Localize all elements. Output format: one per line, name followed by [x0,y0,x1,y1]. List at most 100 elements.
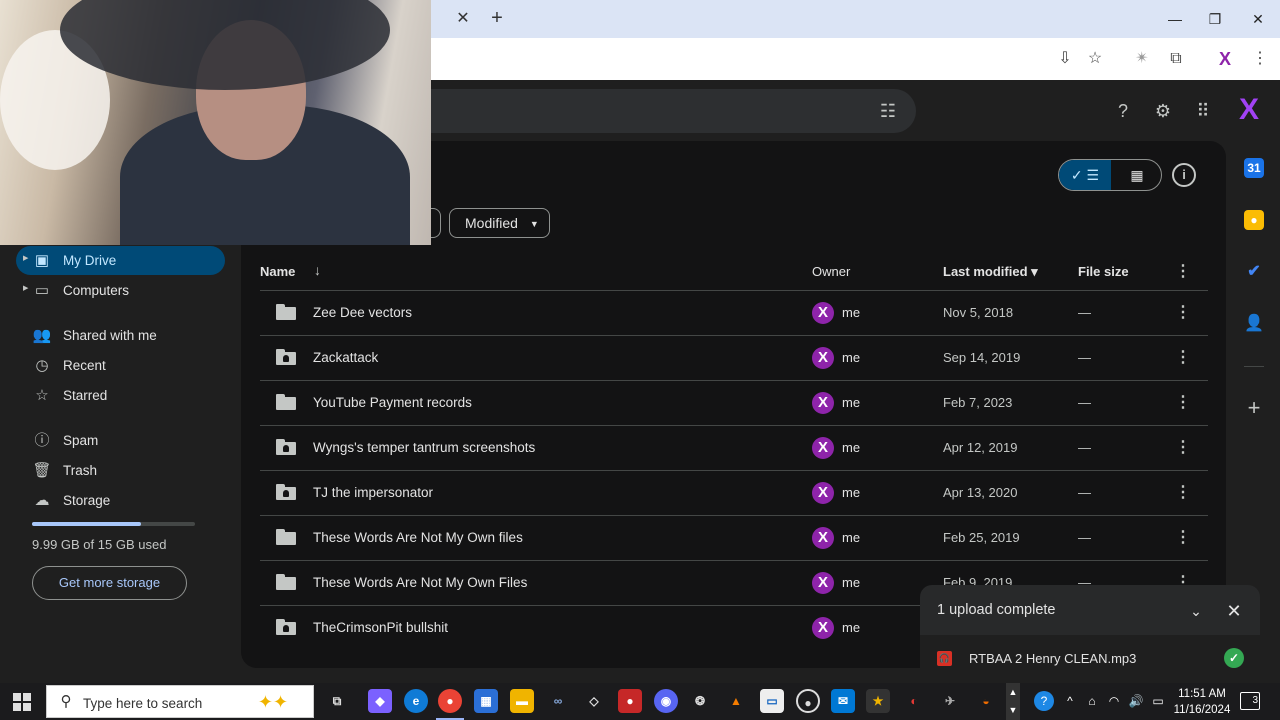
more-actions-icon[interactable]: ⋮ [1174,348,1192,368]
sidebar-item-trash[interactable]: 🗑 Trash [16,456,225,485]
file-owner: me [842,350,861,365]
volume-icon[interactable]: 🔊 [1128,693,1144,709]
extensions-puzzle-icon[interactable]: ⧉ [1164,48,1188,70]
more-actions-icon[interactable]: ⋮ [1174,528,1192,548]
store-icon[interactable]: ▦ [474,689,498,713]
taskbar-clock[interactable]: 11:51 AM 11/16/2024 [1172,686,1232,718]
close-tab-icon[interactable]: ✕ [452,8,474,30]
copilot-icon[interactable]: ◆ [368,689,392,713]
close-window-button[interactable]: ✕ [1243,6,1273,32]
app-icon-orange[interactable]: ◒ [974,689,998,713]
audio-file-icon: 🎧 [937,651,952,666]
file-name: YouTube Payment records [313,395,472,410]
close-icon[interactable]: ✕ [1222,599,1246,623]
browser-menu-icon[interactable]: ⋮ [1248,48,1272,70]
add-addon-icon[interactable]: + [1244,397,1264,419]
more-actions-icon[interactable]: ⋮ [1174,483,1192,503]
recorder-app-icon[interactable]: ● [618,689,642,713]
file-name: These Words Are Not My Own Files [313,575,528,590]
install-app-icon[interactable]: ⇩ [1053,48,1077,70]
chevron-down-icon: ▼ [529,219,539,230]
sidebar-item-storage[interactable]: ☁ Storage [16,486,225,515]
windows-start-icon[interactable] [13,693,31,711]
edge-icon[interactable]: e [404,689,428,713]
minimize-window-button[interactable]: — [1160,6,1190,32]
sidebar-item-recent[interactable]: ◷ Recent [16,351,225,380]
ccleaner-icon[interactable]: ◐ [902,689,926,713]
list-view-button[interactable]: ✓ ☰ [1059,160,1111,190]
task-view-icon[interactable]: ⧉ [325,689,349,713]
discord-icon[interactable]: ◉ [654,689,678,713]
owner-avatar-icon: X [812,482,834,504]
extension-spark-icon[interactable]: ✴ [1130,48,1154,70]
table-row[interactable]: These Words Are Not My Own files Xme Feb 2… [260,515,1208,560]
more-actions-icon[interactable]: ⋮ [1174,393,1192,413]
sort-arrow-icon[interactable]: ↓ [314,262,321,278]
details-info-icon[interactable]: i [1172,163,1196,187]
shared-folder-icon [276,484,296,500]
table-row[interactable]: TJ the impersonator Xme Apr 13, 2020 — ⋮ [260,470,1208,515]
contacts-icon[interactable]: 👤 [1244,314,1264,334]
wifi-icon[interactable]: ◠ [1106,693,1122,709]
upload-file-name: RTBAA 2 Henry CLEAN.mp3 [969,651,1137,666]
upload-item[interactable]: 🎧 RTBAA 2 Henry CLEAN.mp3 ✓ [920,635,1260,683]
file-explorer-icon[interactable]: ▬ [510,689,534,713]
filter-chip-modified[interactable]: Modified ▼ [449,208,550,238]
obs-icon[interactable]: ● [796,689,820,713]
column-header-owner[interactable]: Owner [812,264,850,280]
webcam-overlay [0,0,431,245]
chrome-icon[interactable]: ● [438,689,462,713]
show-hidden-icons-icon[interactable]: ^ [1062,693,1078,709]
column-header-file-size[interactable]: File size [1078,264,1129,280]
sidebar-item-starred[interactable]: ☆ Starred [16,381,225,410]
tray-scroll-icon[interactable]: ▲ ▼ [1006,683,1020,720]
expand-arrow-icon[interactable]: ▶ [23,254,28,262]
table-row[interactable]: Zee Dee vectors Xme Nov 5, 2018 — ⋮ [260,290,1208,335]
window-app-icon[interactable]: ▭ [760,689,784,713]
column-header-last-modified[interactable]: Last modified ▾ [943,264,1038,280]
keep-icon[interactable]: ● [1244,210,1264,230]
settings-gear-icon[interactable]: ⚙ [1150,98,1176,124]
table-row[interactable]: Zackattack Xme Sep 14, 2019 — ⋮ [260,335,1208,380]
sidebar-item-shared[interactable]: 👥 Shared with me [16,321,225,350]
calendar-icon[interactable]: 31 [1244,158,1264,178]
restore-window-button[interactable]: ❐ [1200,6,1230,32]
get-more-storage-button[interactable]: Get more storage [32,566,187,600]
column-header-name[interactable]: Name [260,264,295,280]
new-tab-button[interactable]: + [486,7,508,29]
more-actions-icon[interactable]: ⋮ [1174,438,1192,458]
expand-arrow-icon[interactable]: ▶ [23,284,28,292]
browser-profile-icon[interactable]: X [1213,48,1237,70]
search-options-icon[interactable]: ☷ [876,99,900,123]
dropbox-icon[interactable]: ◇ [582,689,606,713]
apps-grid-icon[interactable]: ⠿ [1190,98,1216,124]
people-icon: 👥 [32,327,52,344]
account-avatar-icon[interactable]: X [1234,94,1264,126]
grid-view-button[interactable]: ▦ [1111,160,1161,190]
drive-search-bar[interactable] [380,89,916,133]
infinity-app-icon[interactable]: ∞ [546,689,570,713]
bookmark-star-icon[interactable]: ☆ [1083,48,1107,70]
media-app-icon[interactable]: ★ [866,689,890,713]
notification-center-icon[interactable]: 3 [1240,692,1260,710]
clock-icon: ◷ [35,357,49,374]
mail-icon[interactable]: ✉ [831,689,855,713]
taskbar-search-box[interactable]: ⚲ Type here to search ✦✦ [46,685,314,718]
vlc-icon[interactable]: ▲ [724,689,748,713]
tray-app-icon[interactable]: ⌂ [1084,693,1100,709]
app-icon-game[interactable]: ❂ [688,689,712,713]
help-icon[interactable]: ? [1110,98,1136,124]
help-tray-icon[interactable]: ? [1034,691,1054,711]
tool-app-icon[interactable]: ✈ [938,689,962,713]
column-options-icon[interactable]: ⋮ [1174,262,1192,282]
chevron-down-icon[interactable]: ⌄ [1184,599,1208,623]
sidebar-item-my-drive[interactable]: ▶ ▣ My Drive [16,246,225,275]
sidebar-item-computers[interactable]: ▶ ▭ Computers [16,276,225,305]
tasks-icon[interactable]: ✔ [1244,262,1264,282]
filter-chip-modified-label: Modified [465,215,518,231]
more-actions-icon[interactable]: ⋮ [1174,303,1192,323]
battery-icon[interactable]: ▭ [1150,693,1166,709]
table-row[interactable]: YouTube Payment records Xme Feb 7, 2023 — ⋮ [260,380,1208,425]
sidebar-item-spam[interactable]: ⓘ Spam [16,426,225,455]
table-row[interactable]: Wyngs's temper tantrum screenshots Xme Apr… [260,425,1208,470]
